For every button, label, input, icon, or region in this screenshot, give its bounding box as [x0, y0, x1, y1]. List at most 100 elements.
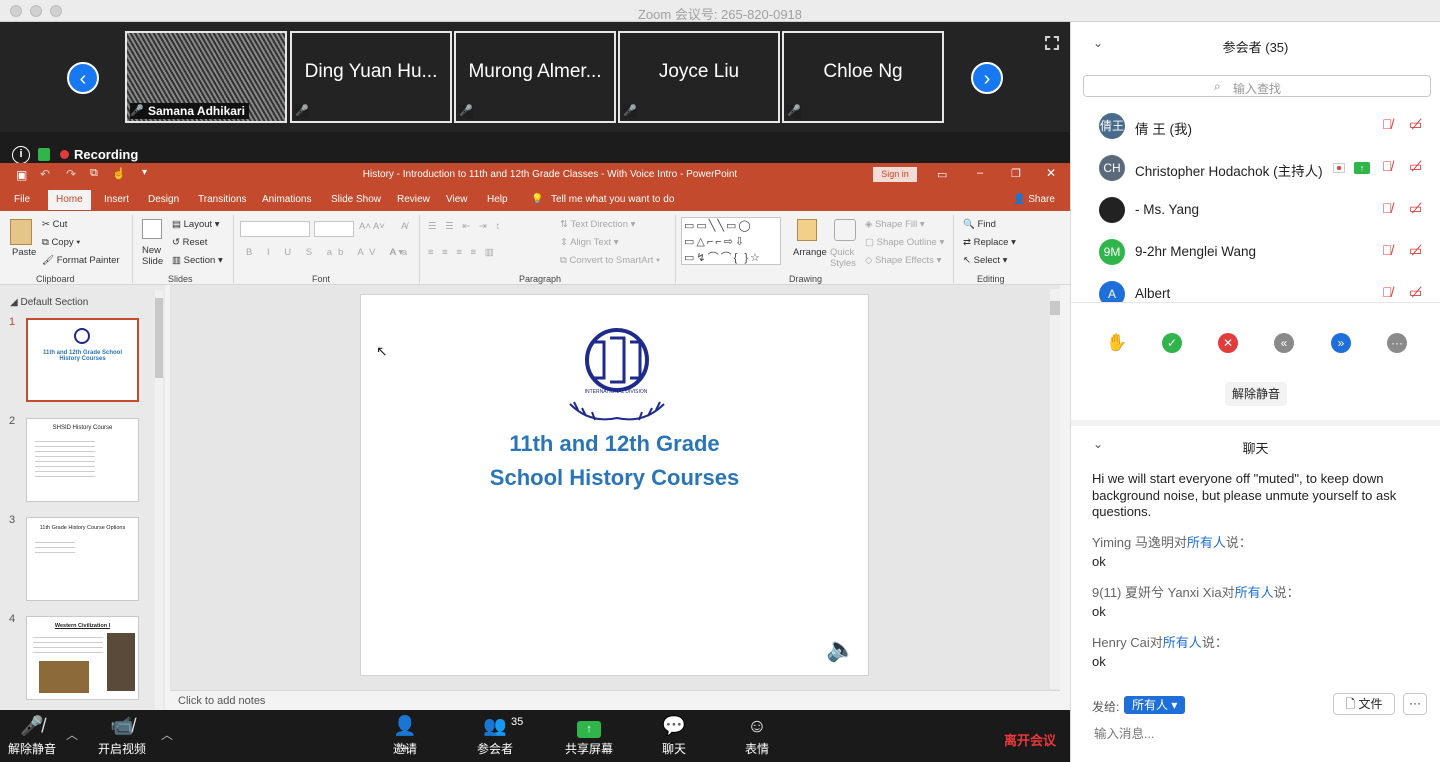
- tab-review[interactable]: Review: [397, 194, 430, 205]
- close-icon[interactable]: ✕: [1046, 166, 1056, 180]
- video-off-icon[interactable]: ▭̸: [1409, 200, 1422, 217]
- raise-hand-icon[interactable]: ✋: [1106, 333, 1127, 353]
- lock-icon[interactable]: [38, 148, 50, 161]
- participant-search-input[interactable]: ⌕ 输入查找: [1083, 75, 1431, 97]
- chat-button[interactable]: 💬 聊天: [661, 714, 687, 757]
- paste-button[interactable]: Paste: [12, 247, 36, 258]
- muted-mic-icon[interactable]: 🎙̸: [1382, 116, 1393, 132]
- slide-thumbnail[interactable]: 11th and 12th Grade School History Cours…: [26, 318, 139, 402]
- video-tile[interactable]: Ding Yuan Hu... 🎤: [290, 31, 452, 123]
- touch-mode-icon[interactable]: ☝: [112, 167, 126, 180]
- paste-icon[interactable]: [10, 219, 32, 245]
- new-slide-button[interactable]: New Slide: [142, 245, 168, 267]
- shape-fill-button[interactable]: ◈ Shape Fill ▾: [865, 219, 925, 230]
- replace-button[interactable]: ⇄ Replace ▾: [963, 237, 1016, 248]
- video-off-icon[interactable]: ▭̸: [1409, 242, 1422, 259]
- unmute-button[interactable]: 🎤̸ 解除静音: [8, 714, 56, 757]
- quick-styles-button[interactable]: Quick Styles: [830, 247, 860, 269]
- clear-formatting-icon[interactable]: A̸: [401, 221, 407, 232]
- quick-styles-icon[interactable]: [834, 219, 856, 241]
- ribbon-display-icon[interactable]: ▭: [937, 168, 947, 181]
- audio-options-chevron-icon[interactable]: ︿: [66, 726, 78, 743]
- muted-mic-icon[interactable]: 🎙̸: [1382, 284, 1393, 300]
- layout-button[interactable]: ▤ Layout ▾: [172, 219, 220, 230]
- grow-font-icon[interactable]: A˄ A˅: [359, 221, 385, 232]
- text-direction-button[interactable]: ⇅ Text Direction ▾: [560, 219, 635, 230]
- notes-field[interactable]: Click to add notes: [170, 690, 1060, 710]
- participant-row[interactable]: - Ms. Yang 🎙̸ ▭̸: [1071, 190, 1440, 232]
- info-icon[interactable]: i: [12, 146, 30, 164]
- shape-effects-button[interactable]: ◇ Shape Effects ▾: [865, 255, 941, 266]
- new-slide-icon[interactable]: [142, 219, 162, 239]
- go-slower-icon[interactable]: «: [1274, 333, 1294, 353]
- video-off-icon[interactable]: ▭̸: [1409, 284, 1422, 301]
- section-button[interactable]: ▥ Section ▾: [172, 255, 223, 266]
- select-button[interactable]: ↖ Select ▾: [963, 255, 1007, 266]
- list-buttons[interactable]: ☰ ☰ ⇤ ⇥ ↕: [428, 221, 503, 232]
- customize-toolbar-icon[interactable]: ▾: [142, 167, 147, 178]
- go-faster-icon[interactable]: »: [1331, 333, 1351, 353]
- find-button[interactable]: 🔍 Find: [963, 219, 996, 230]
- font-size-dropdown[interactable]: [314, 221, 354, 237]
- tab-home[interactable]: Home: [48, 190, 91, 210]
- video-off-icon[interactable]: ▭̸: [1409, 158, 1422, 175]
- font-style-buttons[interactable]: B I U S ab AV Aa: [246, 247, 413, 258]
- sign-in-button[interactable]: Sign in: [873, 167, 917, 182]
- tab-animations[interactable]: Animations: [262, 194, 311, 205]
- unmute-all-button[interactable]: 解除静音: [1225, 382, 1287, 406]
- audio-speaker-icon[interactable]: 🔈: [826, 635, 856, 664]
- current-slide[interactable]: INTERNATIONAL DIVISION 11th and 12th Gra…: [360, 294, 869, 676]
- video-tile[interactable]: Joyce Liu 🎤: [618, 31, 780, 123]
- tab-view[interactable]: View: [446, 194, 468, 205]
- video-tile[interactable]: Murong Almer... 🎤: [454, 31, 616, 123]
- chat-message-input[interactable]: 输入消息...: [1094, 723, 1154, 742]
- muted-mic-icon[interactable]: 🎙̸: [1382, 242, 1393, 258]
- font-color-icon[interactable]: A ▾: [390, 247, 403, 258]
- video-off-icon[interactable]: ▭̸: [1409, 116, 1422, 133]
- slide-thumbnail[interactable]: 11th Grade History Course Options: [26, 517, 139, 601]
- tell-me-search[interactable]: Tell me what you want to do: [551, 194, 674, 205]
- send-to-dropdown[interactable]: 所有人 ▾: [1124, 696, 1186, 714]
- slide-thumbnail[interactable]: Western Civilization I: [26, 616, 139, 700]
- share-button[interactable]: 👤 Share: [1013, 194, 1055, 205]
- participant-row[interactable]: 倩王 倩 王 (我) 🎙̸ ▭̸: [1071, 106, 1440, 148]
- no-icon[interactable]: ✕: [1218, 333, 1238, 353]
- font-family-dropdown[interactable]: [240, 221, 310, 237]
- share-screen-button[interactable]: ↑ 共享屏幕: [564, 714, 614, 757]
- alignment-buttons[interactable]: ≡ ≡ ≡ ≡ ▥: [428, 247, 497, 258]
- participants-button[interactable]: 👥 参会者: [475, 714, 515, 757]
- participant-row[interactable]: CH Christopher Hodachok (主持人) ↑ 🎙̸ ▭̸: [1071, 148, 1440, 190]
- tab-insert[interactable]: Insert: [104, 194, 129, 205]
- video-options-chevron-icon[interactable]: ︿: [161, 726, 173, 743]
- tab-slide-show[interactable]: Slide Show: [331, 194, 381, 205]
- tab-design[interactable]: Design: [148, 194, 179, 205]
- align-text-button[interactable]: ⇕ Align Text ▾: [560, 237, 619, 248]
- video-tile[interactable]: Samana Adhikari 🎤: [125, 31, 287, 123]
- more-icon[interactable]: ···: [1387, 333, 1407, 353]
- arrange-icon[interactable]: [797, 219, 817, 241]
- tab-help[interactable]: Help: [487, 194, 508, 205]
- redo-icon[interactable]: ↷: [66, 167, 76, 181]
- minimize-icon[interactable]: –: [977, 167, 983, 179]
- muted-mic-icon[interactable]: 🎙̸: [1382, 200, 1393, 216]
- tab-transitions[interactable]: Transitions: [198, 194, 247, 205]
- thumbs-scrollbar[interactable]: [155, 290, 163, 710]
- gallery-prev-button[interactable]: ‹: [67, 62, 99, 94]
- fullscreen-icon[interactable]: [1045, 36, 1059, 50]
- shape-outline-button[interactable]: ▢ Shape Outline ▾: [865, 237, 944, 248]
- participant-row[interactable]: 9M 9-2hr Menglei Wang 🎙̸ ▭̸: [1071, 232, 1440, 274]
- copy-button[interactable]: ⧉ Copy ▾: [42, 237, 80, 248]
- invite-button[interactable]: 👤⁺ 邀请: [391, 714, 419, 762]
- leave-meeting-button[interactable]: 离开会议: [1004, 730, 1056, 749]
- start-from-beginning-icon[interactable]: ⧉: [90, 167, 98, 180]
- participant-row[interactable]: A Albert 🎙̸ ▭̸: [1071, 274, 1440, 302]
- gallery-next-button[interactable]: ›: [971, 62, 1003, 94]
- tab-file[interactable]: File: [14, 194, 30, 205]
- video-tile[interactable]: Chloe Ng 🎤: [782, 31, 944, 123]
- section-header[interactable]: ◢ Default Section: [10, 297, 88, 308]
- yes-icon[interactable]: ✓: [1162, 333, 1182, 353]
- file-button[interactable]: 🗋 文件: [1333, 693, 1395, 715]
- convert-smartart-button[interactable]: ⧉ Convert to SmartArt ▾: [560, 255, 660, 266]
- save-icon[interactable]: ▣: [16, 168, 27, 182]
- undo-icon[interactable]: ↶: [40, 167, 50, 181]
